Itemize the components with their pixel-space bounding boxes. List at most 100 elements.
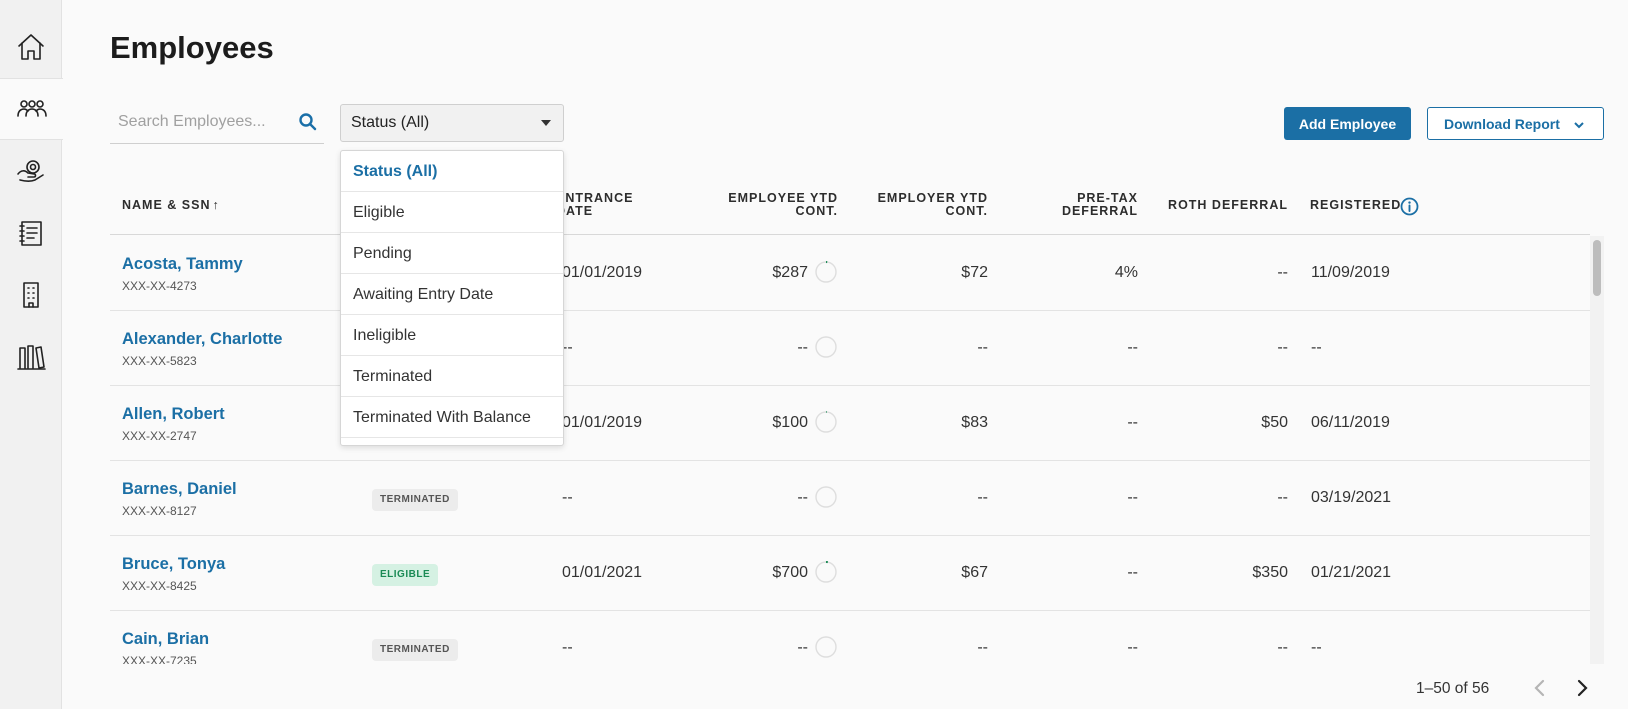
table-row[interactable]: Cain, Brian XXX-XX-7235 TERMINATED -- --… xyxy=(110,611,1590,664)
employee-ssn: XXX-XX-2747 xyxy=(122,429,197,443)
caret-down-icon xyxy=(541,120,551,126)
roth-deferral: -- xyxy=(1277,339,1288,356)
employee-ssn: XXX-XX-7235 xyxy=(122,654,197,664)
employee-ytd: -- xyxy=(797,639,808,656)
sidebar xyxy=(0,0,63,709)
col-entrance-date[interactable]: Entrance Date xyxy=(556,192,633,218)
status-option[interactable]: Pending xyxy=(341,233,563,274)
col-employee-line2: Cont. xyxy=(795,204,838,218)
employee-name-link[interactable]: Bruce, Tonya xyxy=(122,555,225,574)
registered-date: 06/11/2019 xyxy=(1311,414,1390,431)
pagination-bar: 1–50 of 56 xyxy=(62,664,1628,709)
contribution-progress-ring xyxy=(815,636,837,658)
employee-ytd: -- xyxy=(797,489,808,506)
employer-ytd: $83 xyxy=(961,414,988,431)
col-pretax-line2: Deferral xyxy=(1061,204,1138,218)
employee-ytd: -- xyxy=(797,339,808,356)
employee-ssn: XXX-XX-8127 xyxy=(122,504,197,518)
nav-ledger[interactable] xyxy=(0,202,62,264)
status-option[interactable]: Terminated xyxy=(341,356,563,397)
chevron-left-icon xyxy=(1534,679,1545,697)
home-icon xyxy=(18,34,44,60)
contribution-progress-ring xyxy=(815,561,837,583)
pretax-deferral: -- xyxy=(1127,489,1138,506)
roth-deferral: -- xyxy=(1277,639,1288,656)
col-name-ssn[interactable]: Name & SSN ↑ xyxy=(122,199,220,212)
col-employer-ytd[interactable]: Employer YTD Cont. xyxy=(860,192,988,218)
previous-page-button[interactable] xyxy=(1528,676,1552,700)
employee-name-link[interactable]: Acosta, Tammy xyxy=(122,255,243,274)
col-pretax-deferral[interactable]: Pre-Tax Deferral xyxy=(1030,192,1138,218)
nav-library[interactable] xyxy=(0,326,62,388)
employer-ytd: $67 xyxy=(961,564,988,581)
ledger-icon xyxy=(19,221,42,246)
pretax-deferral: -- xyxy=(1127,564,1138,581)
table-scrollbar[interactable] xyxy=(1590,236,1604,664)
status-badge: TERMINATED xyxy=(372,489,458,511)
pretax-deferral: -- xyxy=(1127,339,1138,356)
status-option[interactable]: Eligible xyxy=(341,192,563,233)
employees-table: Name & SSN ↑ Entrance Date Employee YTD C… xyxy=(110,178,1590,664)
page-title: Employees xyxy=(110,30,274,65)
status-filter-select[interactable]: Status (All) xyxy=(340,104,564,142)
entrance-date: -- xyxy=(562,639,573,656)
search-icon[interactable] xyxy=(298,112,318,132)
col-employee-ytd[interactable]: Employee YTD Cont. xyxy=(710,192,838,218)
employer-ytd: -- xyxy=(977,639,988,656)
status-option[interactable]: Status (All) xyxy=(341,151,563,192)
hand-coin-icon xyxy=(17,160,44,182)
col-name-label: Name & SSN xyxy=(122,198,211,212)
info-icon[interactable] xyxy=(1400,197,1419,216)
roth-deferral: -- xyxy=(1277,264,1288,281)
nav-company[interactable] xyxy=(0,264,62,326)
employee-ytd: $287 xyxy=(772,264,808,281)
employee-ytd: $100 xyxy=(772,414,808,431)
employee-name-link[interactable]: Cain, Brian xyxy=(122,630,209,649)
col-roth-deferral[interactable]: Roth Deferral xyxy=(1148,199,1288,212)
download-report-button[interactable]: Download Report xyxy=(1427,107,1604,140)
status-option[interactable]: Ineligible xyxy=(341,315,563,356)
status-badge: ELIGIBLE xyxy=(372,564,439,586)
registered-date: -- xyxy=(1311,639,1322,656)
registered-date: -- xyxy=(1311,339,1322,356)
employee-name-link[interactable]: Allen, Robert xyxy=(122,405,225,424)
pagination-range: 1–50 of 56 xyxy=(1416,680,1490,697)
status-option[interactable]: Awaiting Entry Date xyxy=(341,274,563,315)
employee-name-link[interactable]: Barnes, Daniel xyxy=(122,480,237,499)
table-row[interactable]: Bruce, Tonya XXX-XX-8425 ELIGIBLE 01/01/… xyxy=(110,536,1590,611)
entrance-date: 01/01/2019 xyxy=(562,264,643,281)
nav-contributions[interactable] xyxy=(0,140,62,202)
table-row[interactable]: Allen, Robert XXX-XX-2747 01/01/2019 $10… xyxy=(110,386,1590,461)
sort-ascending-icon: ↑ xyxy=(212,198,220,212)
col-registered[interactable]: Registered xyxy=(1310,199,1401,212)
scrollbar-thumb[interactable] xyxy=(1593,240,1601,296)
roth-deferral: -- xyxy=(1277,489,1288,506)
employee-ytd: $700 xyxy=(772,564,808,581)
employee-ssn: XXX-XX-8425 xyxy=(122,579,197,593)
add-employee-button[interactable]: Add Employee xyxy=(1284,107,1411,140)
contribution-progress-ring xyxy=(815,411,837,433)
library-icon xyxy=(17,345,46,370)
table-row[interactable]: Acosta, Tammy XXX-XX-4273 01/01/2019 $28… xyxy=(110,236,1590,311)
nav-employees[interactable] xyxy=(0,78,63,140)
table-row[interactable]: Alexander, Charlotte XXX-XX-5823 -- -- -… xyxy=(110,311,1590,386)
registered-date: 11/09/2019 xyxy=(1311,264,1390,281)
status-filter-value: Status (All) xyxy=(351,114,430,131)
registered-date: 03/19/2021 xyxy=(1311,489,1392,506)
employer-ytd: $72 xyxy=(961,264,988,281)
next-page-button[interactable] xyxy=(1570,676,1594,700)
search-bar xyxy=(110,104,324,144)
contribution-progress-ring xyxy=(815,261,837,283)
table-row[interactable]: Barnes, Daniel XXX-XX-8127 TERMINATED --… xyxy=(110,461,1590,536)
pretax-deferral: -- xyxy=(1127,639,1138,656)
employer-ytd: -- xyxy=(977,339,988,356)
search-input[interactable] xyxy=(110,104,290,140)
building-icon xyxy=(23,282,39,308)
employee-name-link[interactable]: Alexander, Charlotte xyxy=(122,330,282,349)
status-option[interactable]: Terminated With Balance xyxy=(341,397,563,438)
people-icon xyxy=(16,100,47,117)
pretax-deferral: 4% xyxy=(1114,264,1138,281)
nav-home[interactable] xyxy=(0,16,62,78)
entrance-date: 01/01/2019 xyxy=(562,414,643,431)
chevron-down-icon xyxy=(1573,118,1585,130)
